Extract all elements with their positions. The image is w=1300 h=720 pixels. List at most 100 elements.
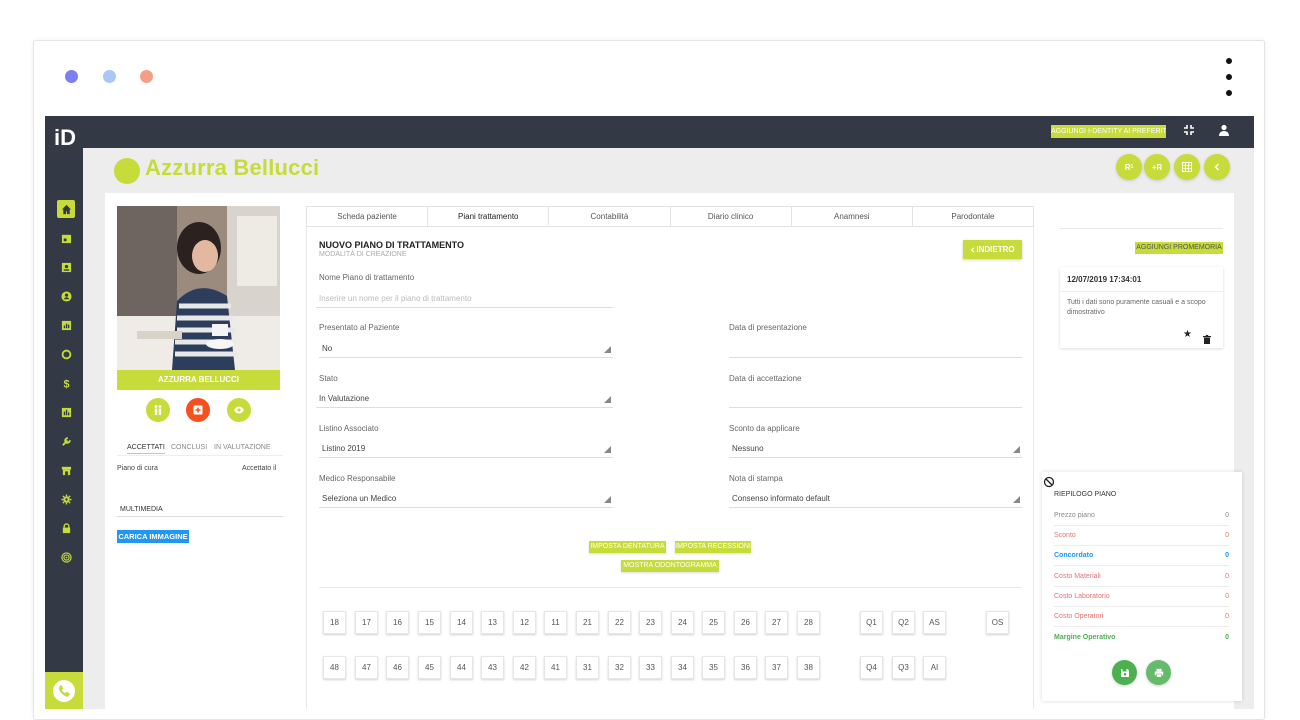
tooth-button[interactable]: 34 [671, 656, 694, 679]
tooth-button[interactable]: 47 [355, 656, 378, 679]
sidebar-item-target[interactable] [57, 548, 75, 566]
plan-name-input[interactable]: Inserire un nome per il piano di trattam… [316, 290, 613, 308]
sidebar-item-settings[interactable] [57, 490, 75, 508]
tab-parodontale[interactable]: Parodontale [913, 207, 1033, 226]
sidebar-item-contacts[interactable] [57, 258, 75, 276]
acceptance-date-input[interactable] [729, 390, 1022, 408]
family-button[interactable] [146, 398, 170, 422]
tooth-button[interactable]: 46 [386, 656, 409, 679]
presented-select[interactable]: No [319, 340, 613, 358]
tooth-button[interactable]: 11 [544, 611, 567, 634]
back-button[interactable]: INDIETRO [963, 240, 1022, 259]
save-button[interactable] [1112, 660, 1137, 685]
tooth-button[interactable]: 27 [765, 611, 788, 634]
set-recessions-button[interactable]: IMPOSTA RECESSIONI [675, 541, 751, 553]
price-list-select[interactable]: Listino 2019 [319, 440, 613, 458]
tab-anamnesi[interactable]: Anamnesi [792, 207, 913, 226]
tooth-button[interactable]: 16 [386, 611, 409, 634]
tooth-button[interactable]: 17 [355, 611, 378, 634]
grid-button[interactable] [1174, 154, 1200, 180]
sidebar-item-store[interactable] [57, 461, 75, 479]
quadrant-button[interactable]: Q3 [892, 656, 915, 679]
add-favorites-button[interactable]: AGGIUNGI I-DENTITY AI PREFERITI [1051, 125, 1166, 138]
patient-photo-caption: AZZURRA BELLUCCI [117, 370, 280, 390]
sidebar-item-home[interactable] [57, 200, 75, 218]
print-button[interactable] [1146, 660, 1171, 685]
quadrant-button[interactable]: Q1 [860, 611, 883, 634]
tooth-button[interactable]: 48 [323, 656, 346, 679]
doctor-select[interactable]: Seleziona un Medico [319, 490, 613, 508]
tooth-button[interactable]: 13 [481, 611, 504, 634]
prescription-button[interactable]: R1 [1116, 154, 1142, 180]
sidebar-item-tools[interactable] [57, 432, 75, 450]
tooth-button[interactable]: 33 [639, 656, 662, 679]
kebab-menu-icon-dot3[interactable] [1226, 90, 1232, 96]
view-button[interactable] [227, 398, 251, 422]
subtab-conclusi[interactable]: CONCLUSI [171, 444, 207, 451]
sidebar-item-patients[interactable] [57, 287, 75, 305]
sidebar-item-reports[interactable] [57, 316, 75, 334]
app-logo[interactable]: iD [54, 126, 80, 150]
kebab-menu-icon-dot2[interactable] [1226, 74, 1232, 80]
collapse-icon[interactable] [1181, 124, 1197, 140]
tab-piani-trattamento[interactable]: Piani trattamento [428, 207, 550, 226]
tab-scheda-paziente[interactable]: Scheda paziente [307, 207, 429, 226]
set-dentition-button[interactable]: IMPOSTA DENTATURA [589, 541, 666, 553]
sidebar-item-calendar[interactable] [57, 229, 75, 247]
subtab-accettati[interactable]: ACCETTATI [127, 444, 165, 454]
tooth-button[interactable]: 14 [450, 611, 473, 634]
print-note-select[interactable]: Consenso informato default [729, 490, 1022, 508]
tooth-button[interactable]: 41 [544, 656, 567, 679]
tooth-button[interactable]: 31 [576, 656, 599, 679]
star-icon[interactable]: ★ [1183, 330, 1192, 340]
tooth-button[interactable]: 32 [608, 656, 631, 679]
tooth-button[interactable]: 12 [513, 611, 536, 634]
tooth-button[interactable]: 22 [608, 611, 631, 634]
column-header-accepted: Accettato il [242, 465, 277, 472]
tooth-button[interactable]: 21 [576, 611, 599, 634]
add-prescription-button[interactable]: +R [1144, 154, 1170, 180]
sidebar-item-sync[interactable] [57, 345, 75, 363]
arch-button[interactable]: AS [923, 611, 946, 634]
tab-contabilita[interactable]: Contabilità [549, 207, 671, 226]
show-odontogram-button[interactable]: MOSTRA ODONTOGRAMMA [621, 560, 719, 572]
tooth-button[interactable]: 15 [418, 611, 441, 634]
tooth-button[interactable]: 23 [639, 611, 662, 634]
save-icon [1120, 668, 1129, 677]
tooth-button[interactable]: 24 [671, 611, 694, 634]
state-label: Stato [319, 374, 338, 383]
tooth-button[interactable]: 42 [513, 656, 536, 679]
arch-button[interactable]: AI [923, 656, 946, 679]
tooth-button[interactable]: 18 [323, 611, 346, 634]
state-select[interactable]: In Valutazione [316, 390, 613, 408]
add-reminder-button[interactable]: AGGIUNGI PROMEMORIA [1135, 242, 1223, 254]
kebab-menu-icon[interactable] [1226, 58, 1232, 64]
tooth-button[interactable]: 36 [734, 656, 757, 679]
quadrant-button[interactable]: Q2 [892, 611, 915, 634]
medical-button[interactable] [186, 398, 210, 422]
presentation-date-input[interactable] [729, 340, 1022, 358]
tooth-button[interactable]: 35 [702, 656, 725, 679]
tooth-button[interactable]: 45 [418, 656, 441, 679]
tooth-button[interactable]: 38 [797, 656, 820, 679]
os-button[interactable]: OS [986, 611, 1009, 634]
phone-button[interactable] [45, 672, 83, 709]
sidebar-item-accounting[interactable]: $ [57, 374, 75, 392]
tooth-button[interactable]: 25 [702, 611, 725, 634]
tooth-button[interactable]: 26 [734, 611, 757, 634]
summary-label: Concordato [1054, 552, 1094, 559]
tooth-button[interactable]: 43 [481, 656, 504, 679]
tooth-button[interactable]: 37 [765, 656, 788, 679]
tooth-button[interactable]: 28 [797, 611, 820, 634]
quadrant-button[interactable]: Q4 [860, 656, 883, 679]
back-round-button[interactable] [1204, 154, 1230, 180]
subtab-in-valutazione[interactable]: IN VALUTAZIONE [214, 444, 271, 451]
tab-diario-clinico[interactable]: Diario clinico [671, 207, 792, 226]
sidebar-item-security[interactable] [57, 519, 75, 537]
discount-select[interactable]: Nessuno [729, 440, 1022, 458]
tooth-button[interactable]: 44 [450, 656, 473, 679]
user-icon[interactable] [1216, 124, 1232, 140]
upload-image-button[interactable]: CARICA IMMAGINE [117, 530, 189, 543]
sidebar-item-statistics[interactable] [57, 403, 75, 421]
trash-icon[interactable] [1203, 331, 1211, 349]
